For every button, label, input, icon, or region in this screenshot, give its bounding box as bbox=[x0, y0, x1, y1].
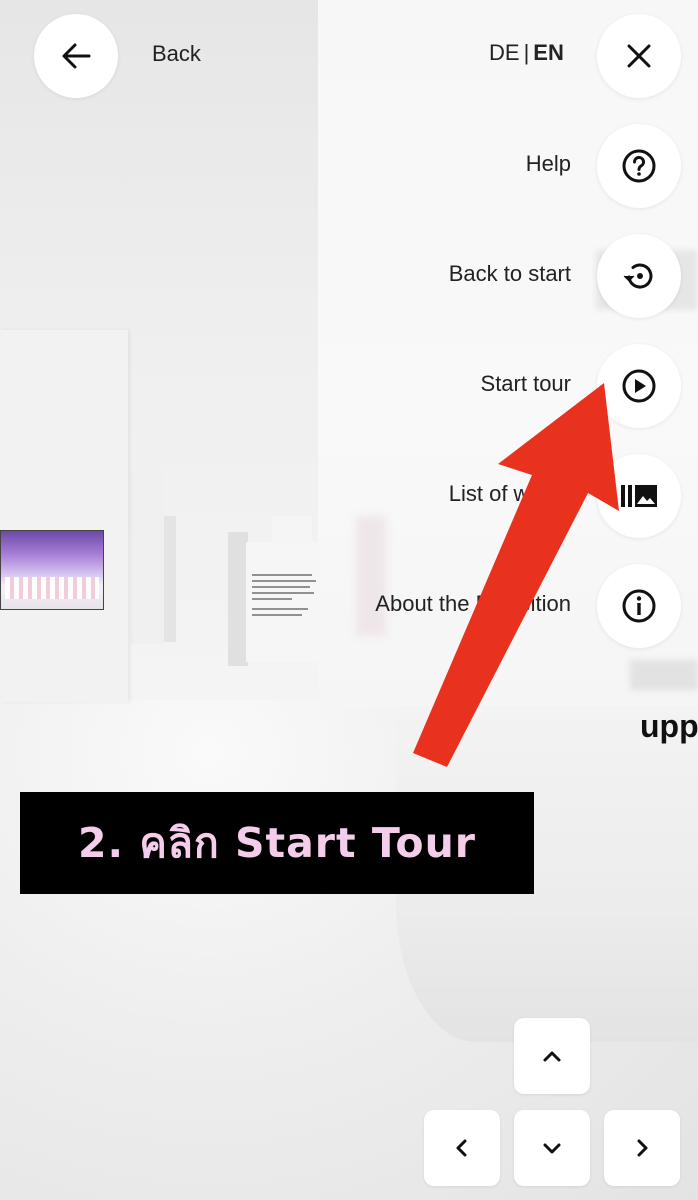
language-switcher: DE | EN bbox=[489, 40, 564, 66]
wall-text: upp bbox=[640, 708, 698, 744]
restart-icon bbox=[623, 263, 653, 289]
lang-en-option[interactable]: EN bbox=[533, 40, 564, 65]
blurred-wall-text bbox=[630, 660, 698, 690]
back-button[interactable] bbox=[34, 14, 118, 98]
help-label[interactable]: Help bbox=[526, 151, 571, 177]
chevron-up-icon bbox=[543, 1051, 561, 1062]
exhibit-wall bbox=[0, 330, 128, 702]
list-of-works-button[interactable] bbox=[597, 454, 681, 538]
close-icon bbox=[627, 44, 651, 68]
play-icon bbox=[622, 369, 656, 403]
gallery-icon bbox=[621, 485, 657, 507]
back-to-start-label[interactable]: Back to start bbox=[449, 261, 571, 287]
instruction-caption: 2. คลิก Start Tour bbox=[20, 792, 534, 894]
lang-de-option[interactable]: DE bbox=[489, 40, 520, 65]
start-tour-label[interactable]: Start tour bbox=[481, 371, 571, 397]
move-forward-button[interactable] bbox=[514, 1018, 590, 1094]
back-to-start-button[interactable] bbox=[597, 234, 681, 318]
info-icon bbox=[622, 589, 656, 623]
chevron-left-icon bbox=[456, 1139, 467, 1157]
lang-separator: | bbox=[523, 40, 530, 65]
back-label[interactable]: Back bbox=[152, 41, 201, 67]
info-panel-side bbox=[228, 532, 248, 666]
chevron-right-icon bbox=[637, 1139, 648, 1157]
turn-left-button[interactable] bbox=[424, 1110, 500, 1186]
far-wall bbox=[130, 468, 164, 644]
start-tour-button[interactable] bbox=[597, 344, 681, 428]
arrow-left-icon bbox=[62, 43, 91, 69]
about-exhibition-label[interactable]: About the Exhibition bbox=[375, 591, 571, 617]
about-exhibition-button[interactable] bbox=[597, 564, 681, 648]
gallery-3d-view[interactable]: upp bbox=[0, 0, 698, 1200]
close-menu-button[interactable] bbox=[597, 14, 681, 98]
help-button[interactable] bbox=[597, 124, 681, 208]
list-of-works-label[interactable]: List of works bbox=[449, 481, 571, 507]
far-wall-side bbox=[164, 516, 176, 642]
turn-right-button[interactable] bbox=[604, 1110, 680, 1186]
help-icon bbox=[622, 149, 656, 183]
exhibit-photo[interactable] bbox=[0, 530, 104, 610]
move-back-button[interactable] bbox=[514, 1110, 590, 1186]
info-panel-text bbox=[252, 574, 318, 630]
chevron-down-icon bbox=[543, 1143, 561, 1154]
blurred-artwork bbox=[356, 516, 386, 636]
instruction-caption-text: 2. คลิก Start Tour bbox=[77, 818, 476, 867]
